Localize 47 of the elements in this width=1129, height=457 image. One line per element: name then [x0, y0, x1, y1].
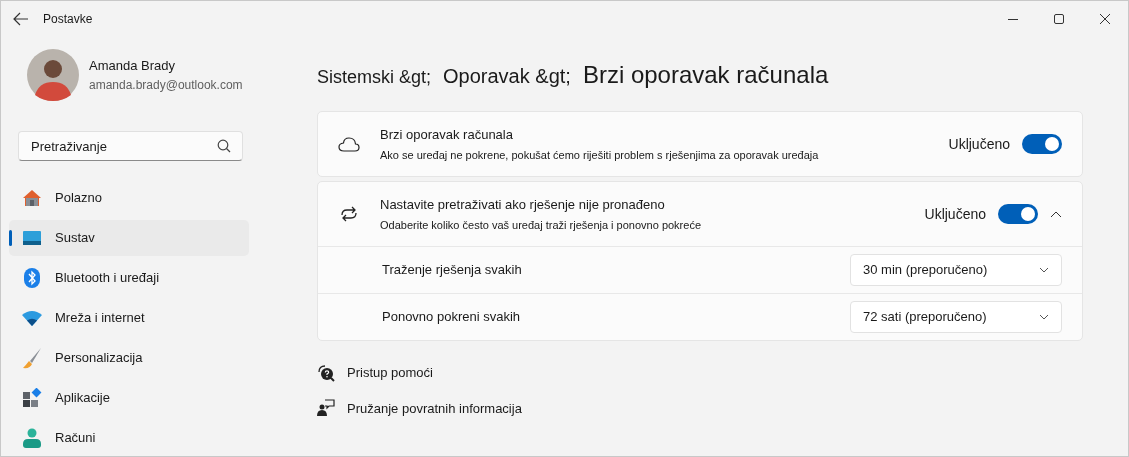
sidebar-item[interactable]: Sustav	[9, 220, 249, 256]
feedback-icon	[317, 399, 335, 418]
wifi-icon	[21, 309, 43, 327]
sidebar-item[interactable]: Personalizacija	[9, 340, 249, 376]
minimize-icon[interactable]	[1008, 18, 1018, 20]
monitor-icon	[22, 230, 42, 246]
maximize-icon[interactable]	[1054, 14, 1064, 24]
setting-label: Traženje rješenja svakih	[382, 261, 522, 280]
sidebar-item[interactable]: Bluetooth i uređaji	[9, 260, 249, 296]
help-link[interactable]: Pristup pomoći	[347, 363, 433, 383]
toggle-switch[interactable]	[1022, 134, 1062, 154]
account-email: amanda.brady@outlook.com	[89, 76, 243, 94]
back-arrow-icon[interactable]	[13, 12, 29, 26]
chevron-down-icon	[1039, 314, 1049, 320]
person-icon	[22, 428, 42, 448]
chevron-icon[interactable]	[1050, 210, 1062, 218]
house-icon	[22, 188, 42, 208]
breadcrumb-link[interactable]: Oporavak &gt;	[443, 61, 571, 91]
toggle-label: Uključeno	[948, 134, 1010, 154]
setting-title: Brzi oporavak računala	[380, 125, 514, 144]
window-title: Postavke	[43, 11, 93, 28]
help-icon	[317, 363, 335, 382]
sidebar-item[interactable]: Mreža i internet	[9, 300, 249, 336]
setting-label: Ponovno pokreni svakih	[382, 308, 521, 327]
dropdown[interactable]: 30 min (preporučeno)	[850, 254, 1062, 286]
page-title: Brzi oporavak računala	[582, 60, 829, 90]
close-icon[interactable]	[1100, 14, 1110, 24]
refresh-icon	[339, 204, 359, 224]
toggle-label: Uključeno	[924, 204, 986, 224]
avatar	[27, 49, 79, 101]
search-field[interactable]: Pretraživanje	[18, 131, 243, 161]
setting-title: Nastavite pretraživati ako rješenje nije pronađeno	[380, 195, 666, 214]
apps-icon	[22, 388, 42, 408]
sidebar-item[interactable]: Polazno	[9, 180, 249, 216]
toggle-switch[interactable]	[998, 204, 1038, 224]
account-name: Amanda Brady	[89, 57, 176, 76]
setting-description: Ako se uređaj ne pokrene, pokušat ćemo riješiti problem s rješenjima za oporavak uređaja	[380, 148, 819, 163]
chevron-down-icon	[1039, 267, 1049, 273]
bluetooth-icon	[24, 268, 40, 288]
help-link[interactable]: Pružanje povratnih informacija	[347, 398, 522, 418]
sidebar-item[interactable]: Aplikacije	[9, 380, 249, 416]
setting-description: Odaberite koliko često vaš uređaj traži rješenja i ponovno pokreće	[380, 218, 701, 233]
sidebar-item[interactable]: Računi	[9, 420, 249, 456]
breadcrumb-link[interactable]: Sistemski &gt;	[317, 64, 432, 91]
dropdown[interactable]: 72 sati (preporučeno)	[850, 301, 1062, 333]
cloud-icon	[338, 136, 360, 152]
search-icon	[217, 139, 231, 153]
